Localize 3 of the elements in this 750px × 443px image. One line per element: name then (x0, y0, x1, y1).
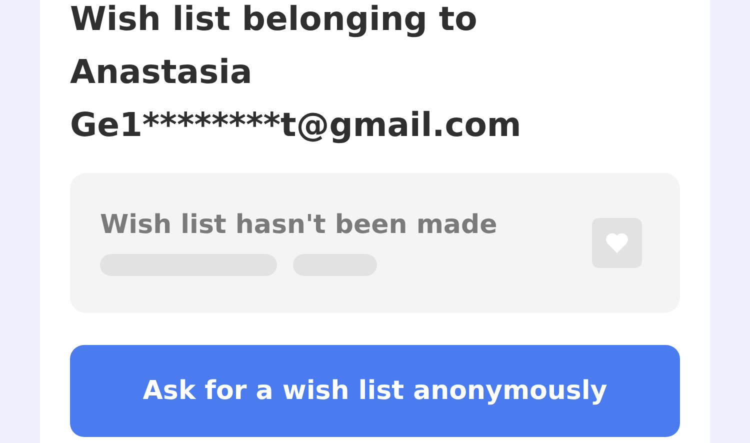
ask-wishlist-button[interactable]: Ask for a wish list anonymously (70, 345, 680, 437)
status-message: Wish list hasn't been made (100, 210, 498, 240)
wishlist-title: Wish list belonging to Anastasia Ge1********t@gmail.com (70, 0, 522, 146)
